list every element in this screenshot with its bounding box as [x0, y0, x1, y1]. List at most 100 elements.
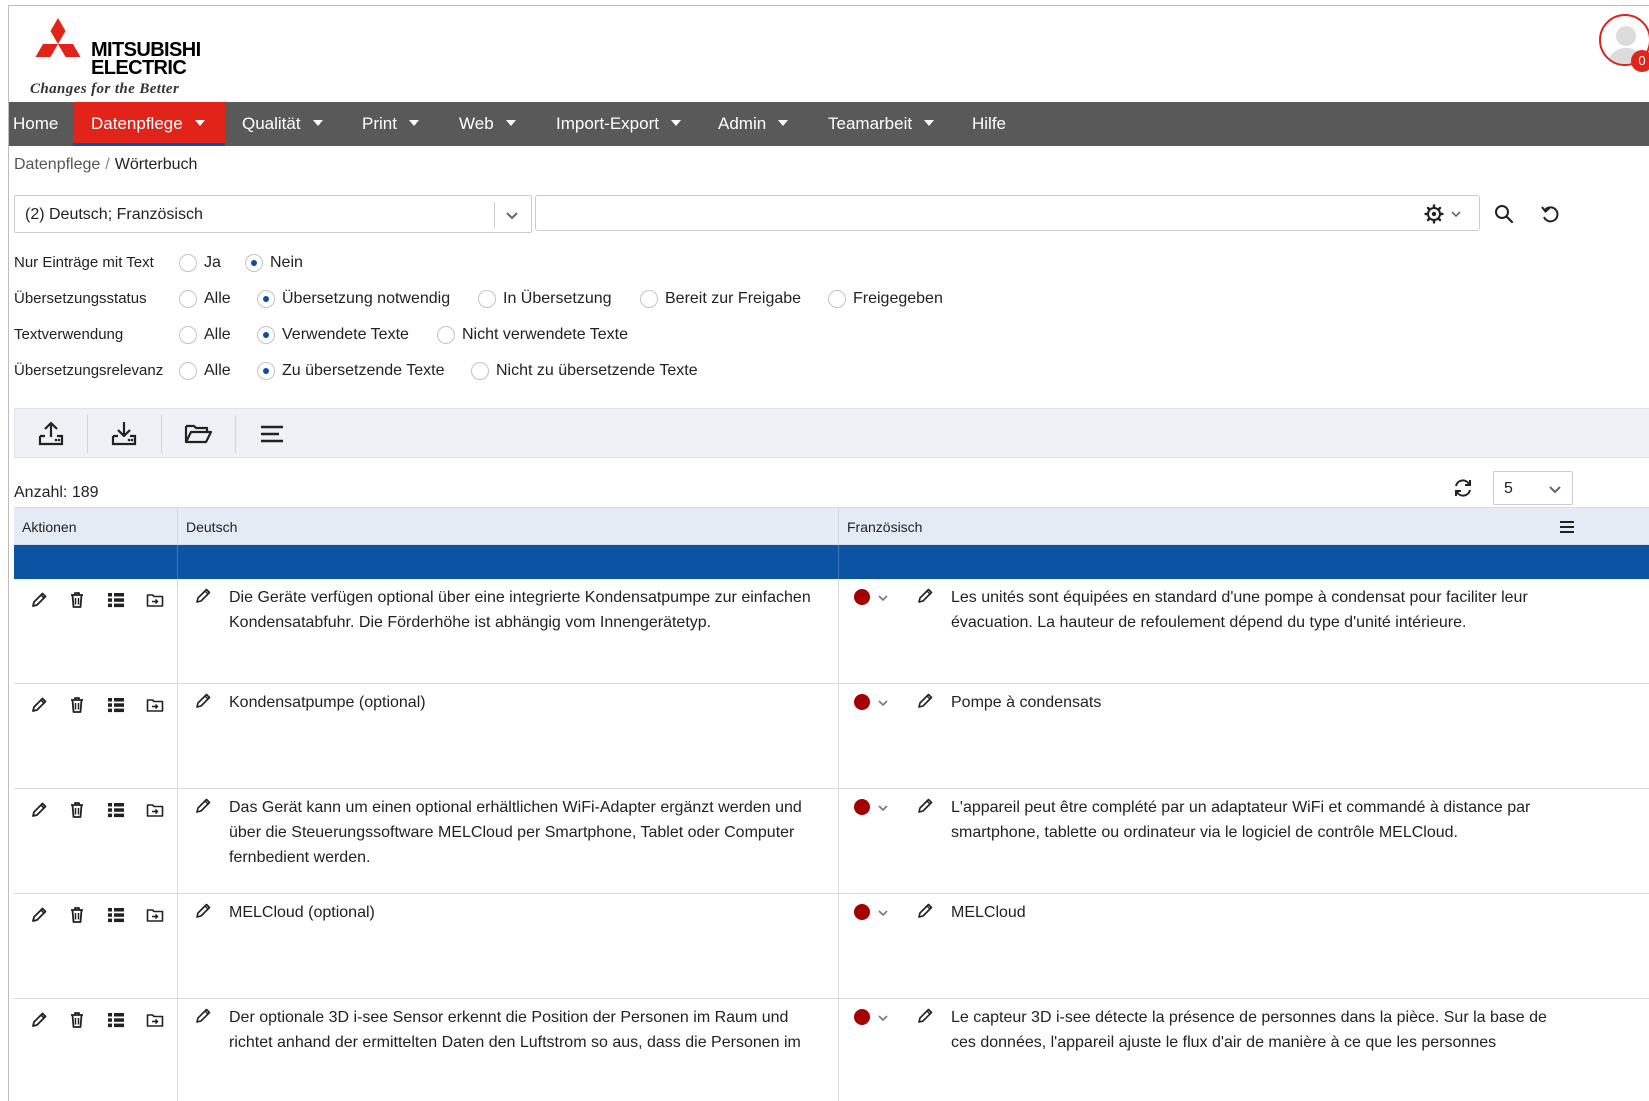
- radio-label: Übersetzung notwendig: [282, 290, 451, 307]
- radio-circle-selected: [245, 254, 263, 272]
- nav-label: Hilfe: [972, 114, 1007, 133]
- move-row-button[interactable]: [144, 799, 166, 821]
- edit-franzoesisch-button[interactable]: [914, 1005, 936, 1027]
- edit-row-button[interactable]: [28, 799, 50, 821]
- chevron-down-icon[interactable]: [877, 697, 889, 709]
- delete-row-button[interactable]: [66, 1009, 88, 1031]
- nav-item-web[interactable]: Web: [459, 102, 516, 146]
- translation-status-indicator[interactable]: [854, 589, 870, 605]
- chevron-down-icon[interactable]: [877, 907, 889, 919]
- filter-cell-deutsch[interactable]: [178, 545, 839, 579]
- main-navigation: Home Datenpflege Qualität Print Web Impo…: [9, 102, 1649, 146]
- move-row-button[interactable]: [144, 589, 166, 611]
- delete-row-button[interactable]: [66, 904, 88, 926]
- edit-row-button[interactable]: [28, 694, 50, 716]
- edit-deutsch-button[interactable]: [192, 1005, 214, 1027]
- details-row-button[interactable]: [105, 589, 127, 611]
- caret-down-icon: [505, 120, 516, 126]
- company-logo[interactable]: MITSUBISHI ELECTRIC Changes for the Bett…: [29, 18, 229, 98]
- pencil-icon: [918, 1008, 933, 1023]
- delete-row-button[interactable]: [66, 589, 88, 611]
- menu-lines-icon: [261, 425, 283, 443]
- edit-franzoesisch-button[interactable]: [914, 795, 936, 817]
- filter-cell-franzoesisch[interactable]: [839, 545, 1649, 579]
- nav-item-qualitaet[interactable]: Qualität: [242, 102, 323, 146]
- nav-item-datenpflege[interactable]: Datenpflege: [73, 102, 225, 146]
- open-folder-button[interactable]: [162, 409, 234, 459]
- pencil-icon: [196, 588, 211, 603]
- edit-deutsch-button[interactable]: [192, 795, 214, 817]
- filter-label: Textverwendung: [14, 326, 124, 343]
- translation-status-indicator[interactable]: [854, 799, 870, 815]
- radio-circle-selected: [257, 362, 275, 380]
- edit-deutsch-button[interactable]: [192, 585, 214, 607]
- caret-down-icon: [194, 120, 205, 126]
- deutsch-cell: Die Geräte verfügen optional über eine i…: [178, 579, 839, 683]
- nav-item-hilfe[interactable]: Hilfe: [972, 102, 1006, 146]
- actions-cell: [14, 579, 178, 683]
- move-row-button[interactable]: [144, 1009, 166, 1031]
- franzoesisch-text: L'appareil peut être complété par un ada…: [951, 799, 1531, 841]
- details-row-button[interactable]: [105, 904, 127, 926]
- list-icon: [108, 698, 124, 713]
- move-row-button[interactable]: [144, 694, 166, 716]
- details-row-button[interactable]: [105, 799, 127, 821]
- column-header-franzoesisch[interactable]: Französisch: [839, 508, 1649, 546]
- search-icon: [1495, 205, 1514, 224]
- reset-button[interactable]: [1536, 200, 1564, 228]
- menu-button[interactable]: [236, 409, 308, 459]
- move-row-button[interactable]: [144, 904, 166, 926]
- nav-item-import-export[interactable]: Import-Export: [556, 102, 681, 146]
- chevron-down-icon[interactable]: [877, 592, 889, 604]
- column-header-aktionen[interactable]: Aktionen: [14, 508, 178, 546]
- filter-cell-aktionen[interactable]: [14, 545, 178, 579]
- search-input[interactable]: [535, 195, 1480, 231]
- delete-row-button[interactable]: [66, 799, 88, 821]
- pencil-icon: [918, 693, 933, 708]
- actions-cell: [14, 894, 178, 998]
- language-select[interactable]: (2) Deutsch; Französisch: [14, 195, 532, 233]
- edit-row-button[interactable]: [28, 1009, 50, 1031]
- translation-status-indicator[interactable]: [854, 1009, 870, 1025]
- chevron-down-icon[interactable]: [877, 802, 889, 814]
- radio-label: Ja: [204, 254, 221, 271]
- search-options-dropdown[interactable]: [1424, 203, 1468, 225]
- edit-deutsch-button[interactable]: [192, 900, 214, 922]
- notification-badge[interactable]: 0: [1631, 50, 1649, 72]
- actions-cell: [14, 789, 178, 893]
- delete-row-button[interactable]: [66, 694, 88, 716]
- column-header-deutsch[interactable]: Deutsch: [178, 508, 839, 546]
- brand-tagline: Changes for the Better: [30, 81, 180, 97]
- pencil-icon: [196, 798, 211, 813]
- upload-button[interactable]: [15, 409, 87, 459]
- table-row: Der optionale 3D i-see Sensor erkennt di…: [14, 999, 1649, 1101]
- details-row-button[interactable]: [105, 1009, 127, 1031]
- nav-item-teamarbeit[interactable]: Teamarbeit: [828, 102, 935, 146]
- edit-franzoesisch-button[interactable]: [914, 585, 936, 607]
- edit-franzoesisch-button[interactable]: [914, 690, 936, 712]
- edit-row-button[interactable]: [28, 589, 50, 611]
- refresh-button[interactable]: [1449, 474, 1477, 502]
- table-row: Die Geräte verfügen optional über eine i…: [14, 579, 1649, 684]
- list-icon: [108, 803, 124, 818]
- column-menu-icon[interactable]: [1559, 519, 1575, 535]
- page-size-value: 5: [1504, 480, 1513, 497]
- nav-item-home[interactable]: Home: [13, 102, 69, 146]
- nav-item-print[interactable]: Print: [362, 102, 419, 146]
- breadcrumb-parent[interactable]: Datenpflege: [14, 156, 100, 173]
- pencil-icon: [196, 903, 211, 918]
- edit-deutsch-button[interactable]: [192, 690, 214, 712]
- folder-arrow-icon: [146, 594, 164, 607]
- actions-cell: [14, 999, 178, 1101]
- page-size-select[interactable]: 5: [1493, 471, 1573, 505]
- details-row-button[interactable]: [105, 694, 127, 716]
- search-button[interactable]: [1490, 200, 1518, 228]
- translation-status-indicator[interactable]: [854, 904, 870, 920]
- edit-franzoesisch-button[interactable]: [914, 900, 936, 922]
- edit-row-button[interactable]: [28, 904, 50, 926]
- download-button[interactable]: [88, 409, 160, 459]
- radio-circle: [640, 290, 658, 308]
- nav-item-admin[interactable]: Admin: [718, 102, 789, 146]
- chevron-down-icon[interactable]: [877, 1012, 889, 1024]
- translation-status-indicator[interactable]: [854, 694, 870, 710]
